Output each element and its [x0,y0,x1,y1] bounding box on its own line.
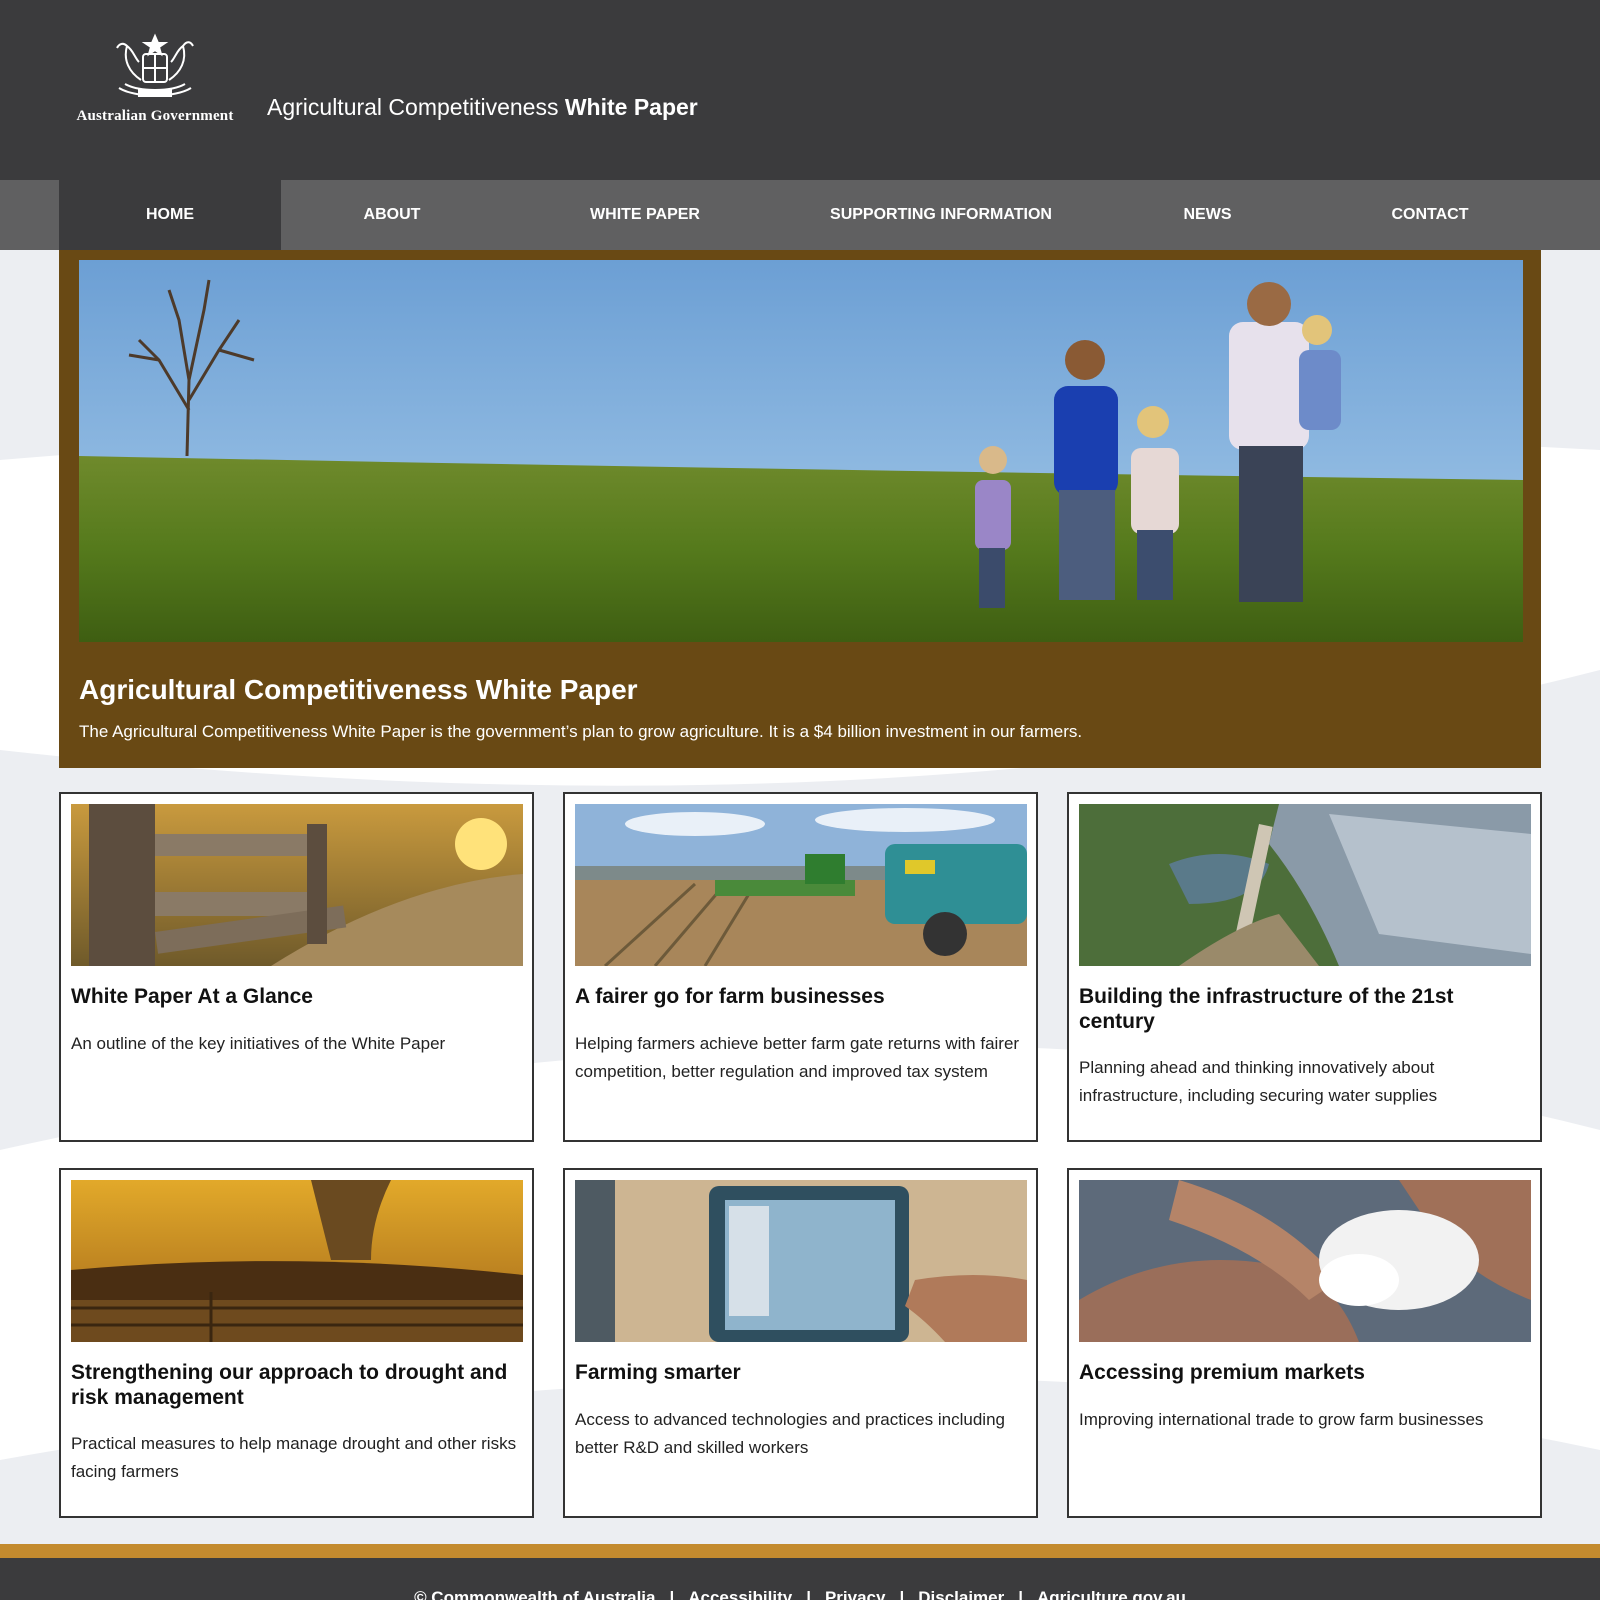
card-drought-risk-management[interactable]: Strengthening our approach to drought an… [59,1168,534,1518]
footer-links: © Commonwealth of Australia | Accessibilit… [0,1588,1600,1600]
hero-banner: Agricultural Competitiveness White Paper… [59,250,1541,768]
nav-white-paper[interactable]: WHITE PAPER [540,180,750,250]
australian-government-logo[interactable]: Australian Government [72,32,238,132]
site-title-regular: Agricultural Competitiveness [267,94,559,120]
card-description: An outline of the key initiatives of the… [71,1034,446,1053]
card-image-cotton-hands [1079,1180,1531,1342]
card-description: Helping farmers achieve better farm gate… [575,1034,1020,1081]
card-image-cattle-sunset [71,1180,523,1342]
card-description: Access to advanced technologies and prac… [575,1410,1005,1457]
footer-link-accessibility[interactable]: Accessibility [688,1588,792,1600]
card-accessing-premium-markets[interactable]: Accessing premium markets Improving inte… [1067,1168,1542,1518]
card-title: Farming smarter [575,1361,741,1384]
card-building-infrastructure[interactable]: Building the infrastructure of the 21st … [1067,792,1542,1142]
card-image-dam-aerial [1079,804,1531,966]
card-description: Planning ahead and thinking innovatively… [1079,1058,1438,1105]
hero-title: Agricultural Competitiveness White Paper [79,674,638,705]
main-nav: HOME ABOUT WHITE PAPER SUPPORTING INFORM… [0,180,1600,250]
card-farming-smarter[interactable]: Farming smarter Access to advanced techn… [563,1168,1038,1518]
card-title: Accessing premium markets [1079,1361,1365,1384]
footer-link-copyright[interactable]: © Commonwealth of Australia [414,1588,655,1600]
card-image-tractor-field [575,804,1027,966]
site-title-bold: White Paper [564,94,698,120]
footer-separator: | [806,1588,811,1600]
card-title: White Paper At a Glance [71,985,313,1008]
site-header: Australian Government Agricultural Compe… [0,0,1600,180]
card-title: Building the infrastructure of the 21st … [1079,985,1454,1033]
nav-about[interactable]: ABOUT [281,180,503,250]
site-footer: © Commonwealth of Australia | Accessibilit… [0,1558,1600,1600]
nav-supporting-information[interactable]: SUPPORTING INFORMATION [800,180,1082,250]
footer-separator: | [899,1588,905,1600]
footer-link-disclaimer[interactable]: Disclaimer [918,1588,1004,1600]
hero-description: The Agricultural Competitiveness White P… [79,722,1083,741]
card-white-paper-at-a-glance[interactable]: White Paper At a Glance An outline of th… [59,792,534,1142]
nav-home[interactable]: HOME [59,180,281,250]
footer-separator: | [669,1588,675,1600]
card-description: Improving international trade to grow fa… [1079,1410,1484,1429]
card-title: A fairer go for farm businesses [575,985,885,1008]
footer-accent-bar [0,1544,1600,1558]
card-image-fence-sunset [71,804,523,966]
card-image-tablet-device [575,1180,1027,1342]
card-description: Practical measures to help manage drough… [71,1434,517,1481]
coat-of-arms-icon [116,33,194,97]
site-title[interactable]: Agricultural Competitiveness White Paper [267,94,698,121]
nav-contact[interactable]: CONTACT [1340,180,1520,250]
footer-separator: | [1018,1588,1023,1600]
footer-link-privacy[interactable]: Privacy [825,1588,886,1600]
card-fairer-go-farm-businesses[interactable]: A fairer go for farm businesses Helping … [563,792,1038,1142]
hero-image-family-field [79,260,1523,642]
footer-link-agriculture[interactable]: Agriculture.gov.au [1037,1588,1186,1600]
nav-news[interactable]: NEWS [1130,180,1285,250]
logo-text: Australian Government [76,108,234,124]
card-title: Strengthening our approach to drought an… [71,1361,508,1409]
